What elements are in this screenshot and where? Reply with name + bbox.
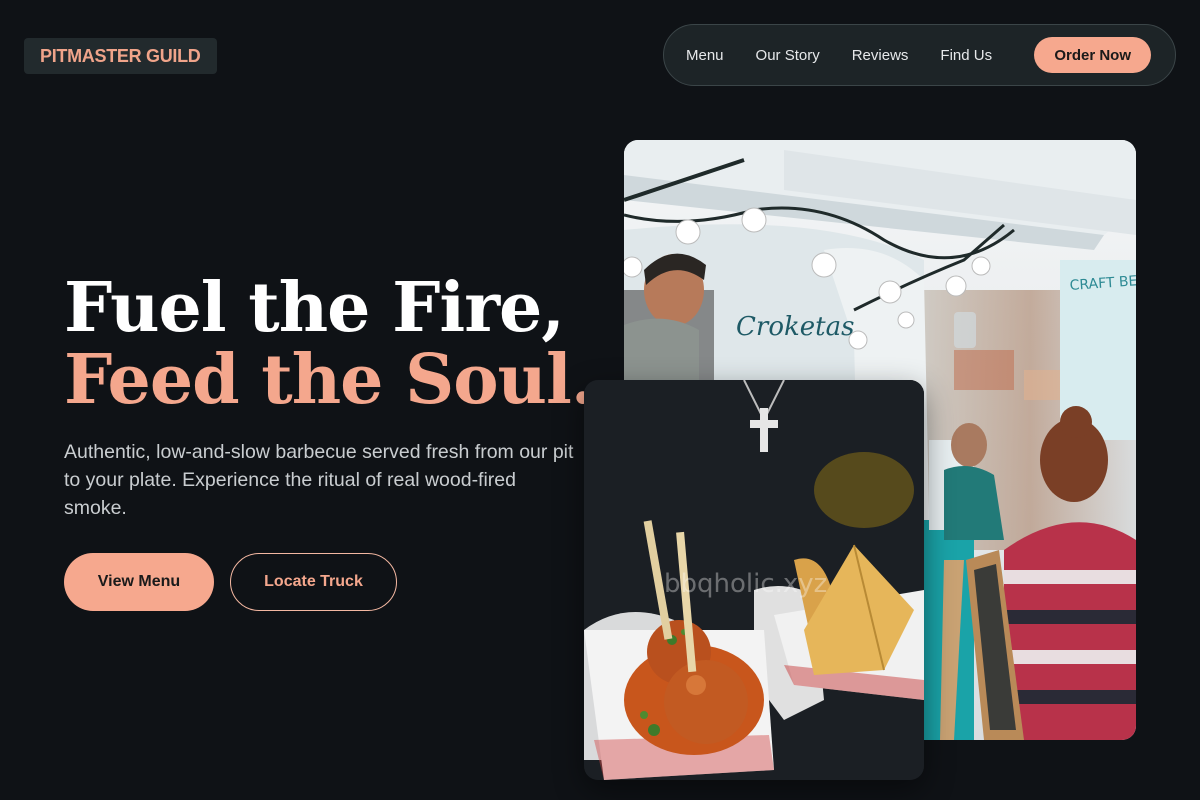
nav-item-reviews[interactable]: Reviews [852,47,909,64]
headline-line-1: Fuel the Fire, [64,268,565,348]
food-image: bbqholic.xyz [584,380,924,780]
brand-logo[interactable]: PITMASTER GUILD [24,38,217,74]
bbq-food-photo: bbqholic.xyz [584,380,924,780]
order-now-button[interactable]: Order Now [1034,37,1151,73]
nav-item-menu[interactable]: Menu [686,47,724,64]
nav-item-our-story[interactable]: Our Story [756,47,820,64]
brand-name: PITMASTER GUILD [40,45,201,66]
locate-truck-button[interactable]: Locate Truck [230,553,397,611]
nav-item-find-us[interactable]: Find Us [940,47,992,64]
image-watermark: bbqholic.xyz [664,569,827,599]
main-nav: Menu Our Story Reviews Find Us Order Now [663,24,1176,86]
hero-headline: Fuel the Fire, Feed the Soul. [64,268,595,420]
view-menu-button[interactable]: View Menu [64,553,214,611]
headline-line-2: Feed the Soul. [64,340,595,420]
truck-sign-text: Croketas [736,312,854,342]
hero-subtext: Authentic, low-and-slow barbecue served … [64,441,574,519]
